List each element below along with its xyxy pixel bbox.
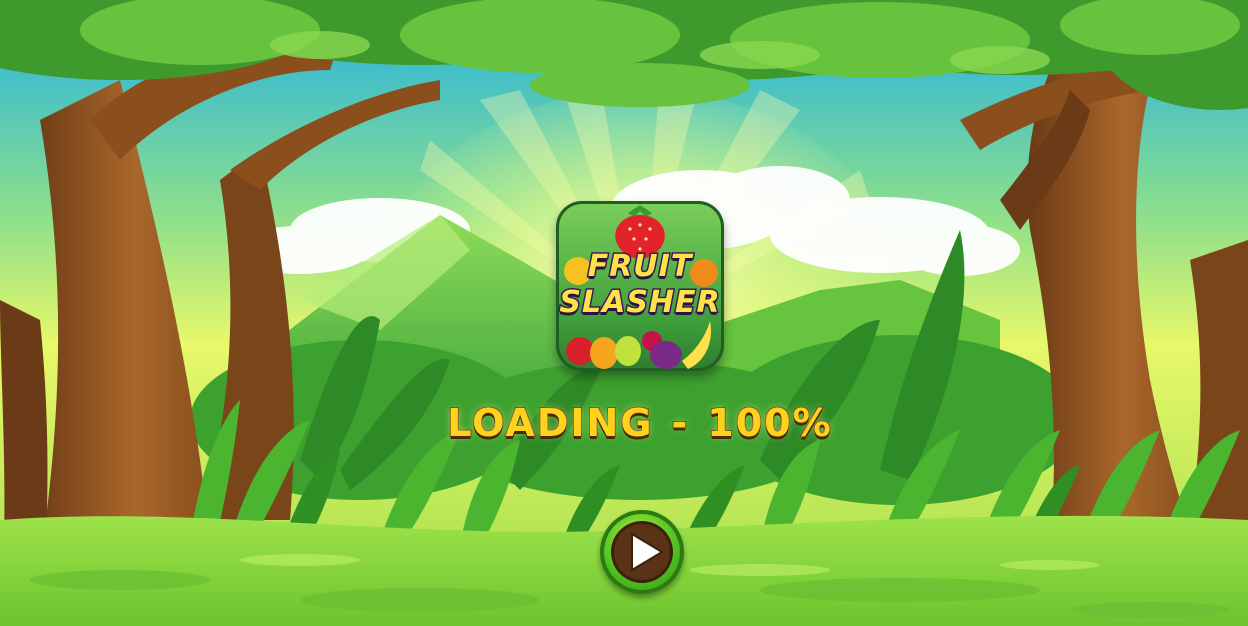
loading-percent: 100% — [706, 400, 833, 446]
play-button[interactable] — [600, 510, 684, 594]
loading-separator: - — [671, 400, 690, 446]
logo-line-1: FRUIT — [586, 248, 693, 286]
loading-status: LOADING - 100% — [400, 398, 880, 448]
logo-line-2: SLASHER — [558, 284, 721, 322]
game-logo: FRUIT SLASHER — [556, 201, 724, 371]
loading-label: LOADING — [446, 400, 654, 446]
game-scene: FRUIT SLASHER LOADING - 100% — [0, 0, 1248, 626]
play-icon — [631, 532, 664, 572]
